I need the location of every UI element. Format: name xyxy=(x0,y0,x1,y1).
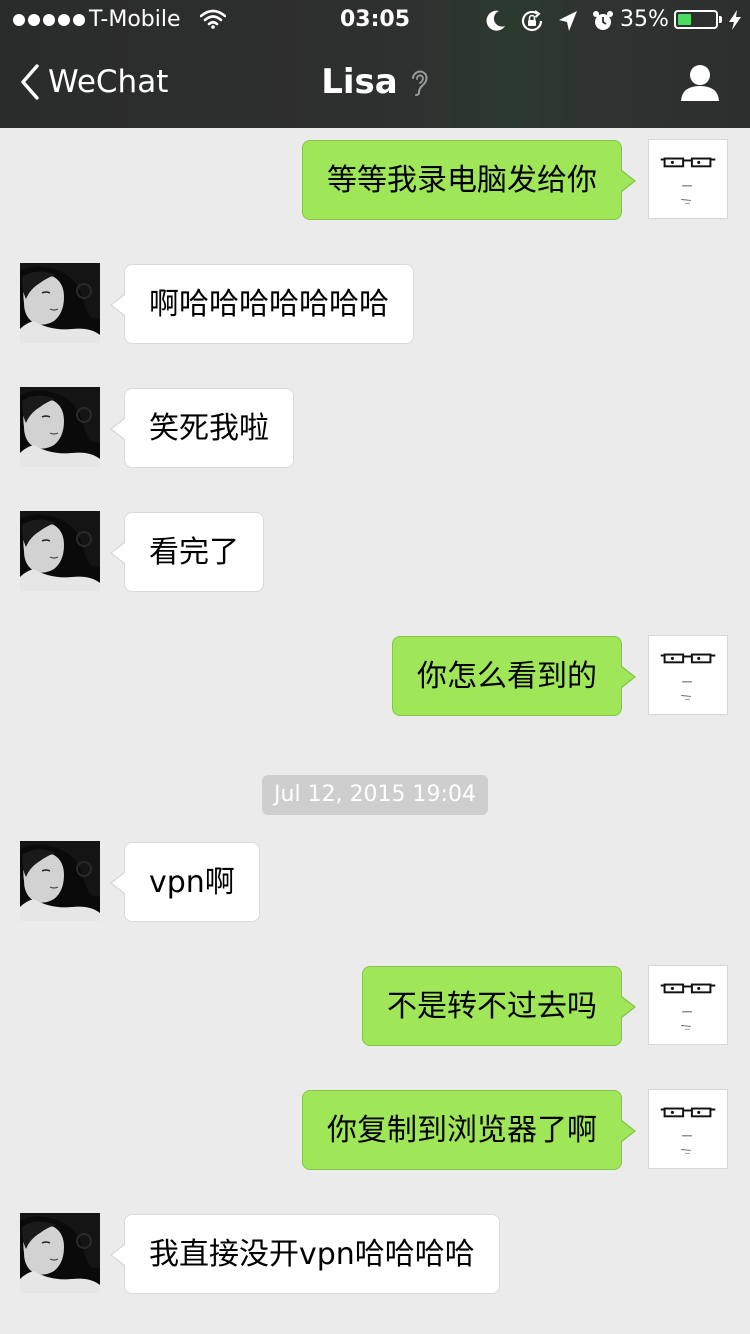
chat-title: Lisa xyxy=(321,62,398,102)
earpiece-mode-icon xyxy=(411,70,428,96)
status-bar: T-Mobile 03:05 35% xyxy=(0,0,750,40)
lisa-avatar[interactable] xyxy=(20,1213,100,1293)
received-message-bubble[interactable]: 笑死我啦 xyxy=(110,388,294,468)
lisa-avatar[interactable] xyxy=(20,841,100,921)
lisa-avatar[interactable] xyxy=(20,263,100,343)
moon-icon xyxy=(486,10,505,31)
chat-timestamp: Jul 12, 2015 19:04 xyxy=(262,775,488,815)
sent-message-bubble[interactable]: 你怎么看到的 xyxy=(392,636,636,716)
battery-icon xyxy=(674,10,722,29)
lisa-avatar[interactable] xyxy=(20,511,100,591)
charging-bolt-icon xyxy=(729,10,741,30)
my-avatar[interactable] xyxy=(648,139,728,219)
received-message-bubble[interactable]: vpn啊 xyxy=(110,842,260,922)
rotation-lock-icon xyxy=(521,10,543,32)
battery-percent: 35% xyxy=(620,7,669,32)
location-arrow-icon xyxy=(559,11,577,31)
top-bar: T-Mobile 03:05 35% WeChat Lisa xyxy=(0,0,750,128)
sent-message-bubble[interactable]: 等等我录电脑发给你 xyxy=(302,140,636,220)
navigation-bar: WeChat Lisa xyxy=(0,40,750,128)
received-message-bubble[interactable]: 看完了 xyxy=(110,512,264,592)
my-avatar[interactable] xyxy=(648,1089,728,1169)
sent-message-bubble[interactable]: 你复制到浏览器了啊 xyxy=(302,1090,636,1170)
received-message-bubble[interactable]: 我直接没开vpn哈哈哈哈 xyxy=(110,1214,500,1294)
lisa-avatar[interactable] xyxy=(20,387,100,467)
sent-message-bubble[interactable]: 不是转不过去吗 xyxy=(362,966,636,1046)
alarm-clock-icon xyxy=(593,11,613,30)
contact-profile-icon[interactable] xyxy=(680,64,720,102)
my-avatar[interactable] xyxy=(648,965,728,1045)
received-message-bubble[interactable]: 啊哈哈哈哈哈哈哈 xyxy=(110,264,414,344)
my-avatar[interactable] xyxy=(648,635,728,715)
battery-level-fill xyxy=(678,14,691,25)
